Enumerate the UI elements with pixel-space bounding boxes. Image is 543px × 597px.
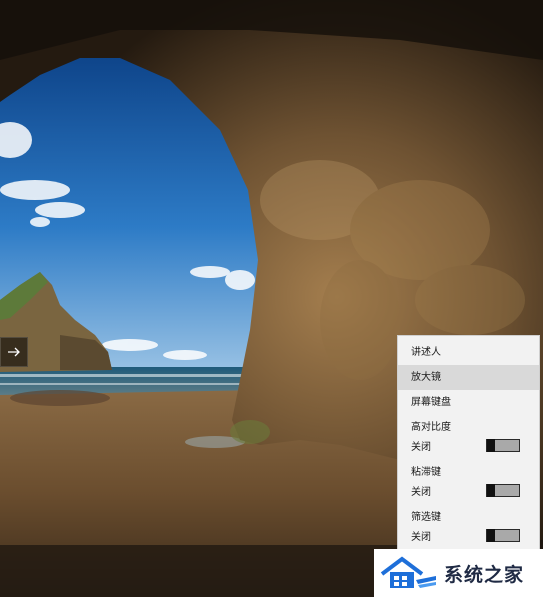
site-watermark: 系统之家 (374, 549, 543, 597)
sticky-keys-label: 粘滞键 (411, 467, 441, 478)
filter-keys-label: 筛选键 (411, 512, 441, 523)
toggle-knob (487, 529, 495, 542)
menu-item-on-screen-keyboard[interactable]: 屏幕键盘 (398, 390, 539, 415)
high-contrast-toggle[interactable] (486, 439, 520, 452)
sticky-keys-toggle[interactable] (486, 484, 520, 497)
toggle-knob (487, 439, 495, 452)
house-logo-icon (380, 556, 436, 588)
sticky-keys-state: 关闭 (411, 487, 431, 498)
filter-keys-toggle[interactable] (486, 529, 520, 542)
next-arrow-button[interactable] (0, 337, 28, 367)
filter-keys-state: 关闭 (411, 532, 431, 543)
arrow-right-icon (8, 347, 20, 357)
filter-keys-setting: 筛选键 关闭 (398, 505, 539, 550)
toggle-knob (487, 484, 495, 497)
sticky-keys-setting: 粘滞键 关闭 (398, 460, 539, 505)
lock-screen: 讲述人 放大镜 屏幕键盘 高对比度 关闭 粘滞键 关闭 筛选键 关闭 系统之家 (0, 0, 543, 597)
watermark-text: 系统之家 (444, 563, 525, 586)
high-contrast-label: 高对比度 (411, 422, 451, 433)
menu-item-narrator[interactable]: 讲述人 (398, 340, 539, 365)
high-contrast-setting: 高对比度 关闭 (398, 415, 539, 460)
menu-item-magnifier[interactable]: 放大镜 (398, 365, 539, 390)
ease-of-access-menu: 讲述人 放大镜 屏幕键盘 高对比度 关闭 粘滞键 关闭 筛选键 关闭 (397, 335, 540, 553)
high-contrast-state: 关闭 (411, 442, 431, 453)
